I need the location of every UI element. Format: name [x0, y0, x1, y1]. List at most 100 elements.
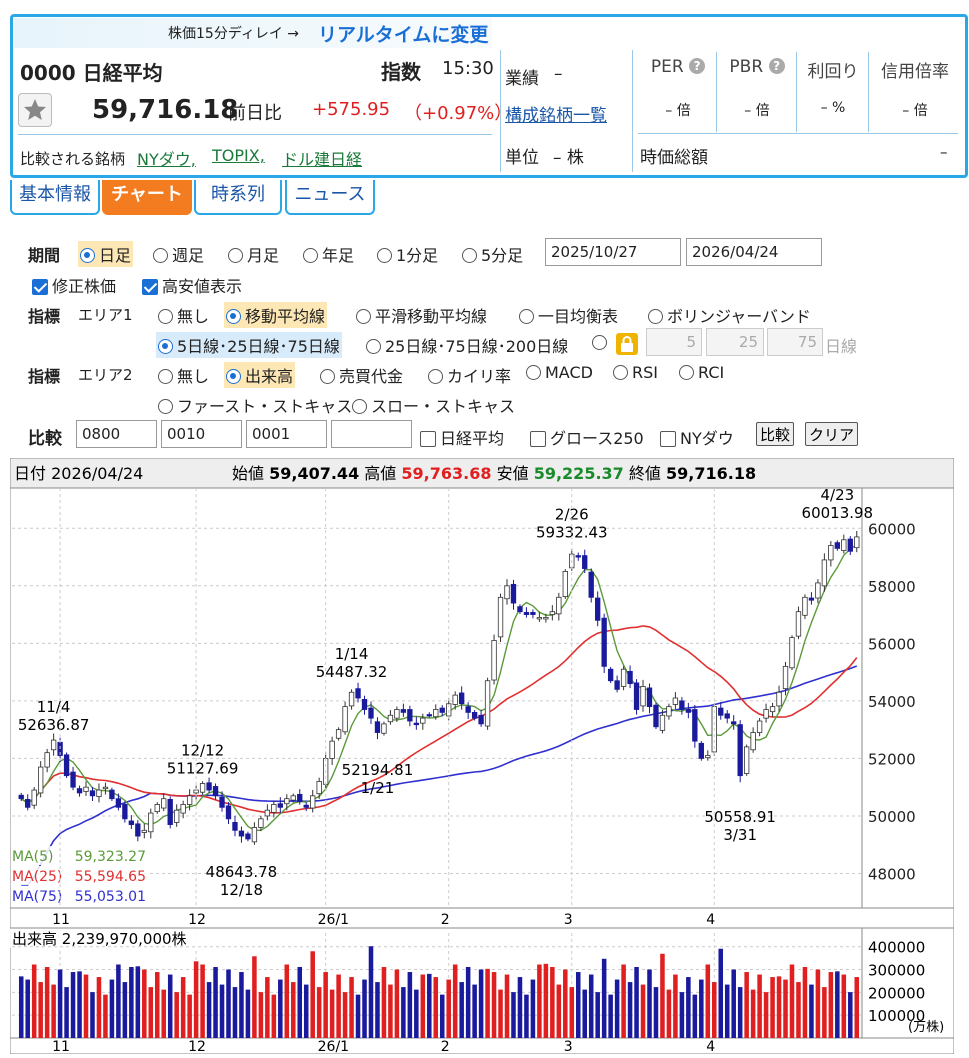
- tab-basic-info[interactable]: 基本情報: [10, 180, 100, 215]
- candle: [607, 668, 614, 682]
- radio-monthly[interactable]: [228, 248, 243, 263]
- volume-bar: [64, 987, 69, 1038]
- candle: [96, 789, 102, 797]
- candle: [348, 691, 355, 707]
- volume-tick-label: 200000: [868, 984, 925, 1002]
- checkbox-nydow[interactable]: [660, 431, 676, 447]
- ma-option-custom[interactable]: [592, 333, 611, 352]
- period-5min[interactable]: 5分足: [462, 242, 523, 266]
- date-from-input[interactable]: [545, 238, 681, 266]
- radio-area2-rci[interactable]: [679, 365, 694, 380]
- favorite-button[interactable]: [18, 93, 52, 127]
- radio-5min[interactable]: [462, 248, 477, 263]
- area2-none[interactable]: 無し: [158, 363, 209, 387]
- area1-smoothed-ma[interactable]: 平滑移動平均線: [356, 303, 487, 327]
- radio-ma-5-25-75[interactable]: [158, 339, 173, 354]
- ma-custom-1[interactable]: [646, 328, 702, 356]
- volume-bar: [258, 992, 264, 1038]
- radio-weekly[interactable]: [153, 248, 168, 263]
- x-tick-label: 3: [564, 912, 573, 928]
- checkbox-highlow[interactable]: [142, 279, 158, 295]
- period-weekly[interactable]: 週足: [153, 242, 204, 266]
- constituents-link[interactable]: 構成銘柄一覧: [505, 101, 607, 126]
- period-monthly[interactable]: 月足: [228, 242, 279, 266]
- ma-custom-3[interactable]: [767, 328, 823, 356]
- compare-code-3[interactable]: [246, 420, 327, 448]
- radio-1min[interactable]: [377, 248, 392, 263]
- clear-button[interactable]: クリア: [805, 422, 859, 446]
- tab-chart[interactable]: チャート: [102, 180, 192, 215]
- radio-area2-volume[interactable]: [226, 369, 241, 384]
- help-icon[interactable]: ?: [768, 58, 785, 74]
- area2-fast-stoch[interactable]: ファースト・ストキャス: [158, 393, 352, 417]
- compare-code-1[interactable]: [76, 420, 157, 448]
- compare-link-nydow[interactable]: NYダウ,: [137, 146, 196, 170]
- adjusted-price-check[interactable]: 修正株価: [32, 273, 116, 297]
- ma-option-5-25-75[interactable]: 5日線･25日線･75日線: [156, 332, 342, 358]
- compare-link-topix[interactable]: TOPIX,: [212, 146, 265, 165]
- volume-bar: [394, 969, 400, 1038]
- radio-area1-bollinger[interactable]: [648, 309, 663, 324]
- highlow-check[interactable]: 高安値表示: [142, 273, 242, 297]
- tab-timeseries[interactable]: 時系列: [194, 180, 282, 215]
- radio-area2-none[interactable]: [158, 369, 173, 384]
- radio-area2-turnover[interactable]: [320, 369, 335, 384]
- radio-area1-none[interactable]: [158, 309, 173, 324]
- area2-macd[interactable]: MACD: [526, 363, 593, 382]
- candle: [180, 804, 186, 814]
- area1-none[interactable]: 無し: [158, 303, 209, 327]
- candle: [102, 786, 109, 790]
- compare-code-4[interactable]: [331, 420, 412, 448]
- checkbox-nikkei[interactable]: [420, 431, 436, 447]
- x-tick-label: 12: [188, 912, 206, 928]
- ma-option-25-75-200[interactable]: 25日線･75日線･200日線: [366, 333, 568, 357]
- volume-bar: [712, 982, 717, 1038]
- period-yearly[interactable]: 年足: [303, 242, 354, 266]
- compare-button[interactable]: 比較: [756, 422, 795, 446]
- volume-bar: [83, 974, 89, 1038]
- radio-area1-ichimoku[interactable]: [519, 309, 534, 324]
- candle: [549, 611, 556, 615]
- radio-area1-ma[interactable]: [226, 309, 241, 324]
- area2-rci[interactable]: RCI: [679, 363, 724, 382]
- unit-label: 単位: [505, 148, 539, 168]
- compare-growth250-check[interactable]: グロース250: [530, 425, 644, 449]
- compare-code-2[interactable]: [161, 420, 242, 448]
- area1-bollinger[interactable]: ボリンジャーバンド: [648, 303, 811, 327]
- radio-ma-25-75-200[interactable]: [366, 339, 381, 354]
- lock-icon: [616, 333, 638, 355]
- realtime-link[interactable]: リアルタイムに変更: [318, 20, 488, 47]
- compare-nydow-check[interactable]: NYダウ: [660, 425, 734, 449]
- ma-custom-2[interactable]: [706, 328, 764, 356]
- candle: [316, 781, 322, 795]
- radio-area1-smoothed[interactable]: [356, 309, 371, 324]
- date-to-input[interactable]: [686, 238, 822, 266]
- area2-volume[interactable]: 出来高: [224, 362, 296, 388]
- radio-area2-fast-stoch[interactable]: [158, 399, 173, 414]
- checkbox-growth250[interactable]: [530, 431, 546, 447]
- radio-area2-rsi[interactable]: [613, 365, 628, 380]
- price-change: +575.95: [312, 99, 391, 120]
- area1-ma[interactable]: 移動平均線: [224, 302, 328, 328]
- radio-area2-deviation[interactable]: [428, 369, 443, 384]
- radio-yearly[interactable]: [303, 248, 318, 263]
- area1-ichimoku[interactable]: 一目均衡表: [519, 303, 618, 327]
- area2-slow-stoch[interactable]: スロー・ストキャス: [352, 393, 515, 417]
- candle: [789, 637, 795, 669]
- candle: [556, 596, 562, 615]
- tab-news[interactable]: ニュース: [285, 180, 375, 215]
- volume-bar: [154, 972, 160, 1038]
- help-icon[interactable]: ?: [689, 58, 706, 74]
- radio-daily[interactable]: [80, 248, 95, 263]
- compare-link-dollar-nikkei[interactable]: ドル建日経: [282, 146, 362, 170]
- area2-turnover[interactable]: 売買代金: [320, 363, 403, 387]
- checkbox-adjusted[interactable]: [32, 279, 48, 295]
- radio-area2-slow-stoch[interactable]: [352, 399, 367, 414]
- period-daily[interactable]: 日足: [78, 241, 134, 267]
- period-1min[interactable]: 1分足: [377, 242, 438, 266]
- radio-area2-macd[interactable]: [526, 365, 541, 380]
- radio-ma-custom[interactable]: [592, 335, 607, 350]
- compare-nikkei-check[interactable]: 日経平均: [420, 425, 504, 449]
- area2-rsi[interactable]: RSI: [613, 363, 658, 382]
- area2-deviation[interactable]: カイリ率: [428, 363, 511, 387]
